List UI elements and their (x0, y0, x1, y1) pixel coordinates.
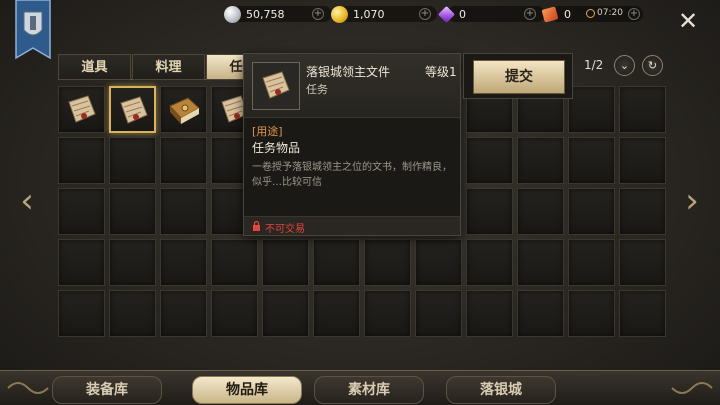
inventory-slot[interactable] (58, 86, 105, 133)
guild-banner-icon[interactable] (14, 0, 52, 66)
inventory-slot[interactable] (517, 290, 564, 337)
inventory-slot[interactable] (619, 86, 666, 133)
refresh-icon[interactable]: ↻ (642, 55, 663, 76)
tooltip-usage-header: [用途] (252, 125, 283, 138)
chevron-right-icon[interactable]: › (681, 184, 703, 220)
lock-icon (253, 221, 260, 231)
gem-currency: 0 (438, 4, 545, 24)
nav-material-storage[interactable]: 素材库 (314, 376, 424, 404)
tooltip-item-name: 落银城领主文件 (306, 65, 391, 79)
tooltip-trade-status: 不可交易 (265, 224, 305, 235)
tooltip-item-type: 任务 (306, 83, 328, 96)
inventory-slot[interactable] (211, 239, 258, 286)
ornament-icon (7, 382, 49, 394)
ticket-timer-text: 07:20 (597, 8, 623, 18)
add-ticket-button[interactable]: + (628, 8, 640, 20)
scroll-icon (120, 96, 148, 124)
inventory-slot[interactable] (619, 188, 666, 235)
submit-button[interactable]: 提交 (473, 60, 565, 94)
add-silver-button[interactable]: + (312, 8, 324, 20)
inventory-slot[interactable] (517, 137, 564, 184)
inventory-slot[interactable] (466, 188, 513, 235)
inventory-slot[interactable] (58, 137, 105, 184)
tooltip-footer: 不可交易 (244, 216, 460, 235)
inventory-slot[interactable] (313, 290, 360, 337)
ticket-amount: 0 (564, 7, 571, 21)
inventory-slot[interactable] (160, 239, 207, 286)
add-gold-button[interactable]: + (419, 8, 431, 20)
inventory-slot[interactable] (517, 188, 564, 235)
inventory-slot[interactable] (109, 188, 156, 235)
inventory-slot[interactable] (466, 239, 513, 286)
inventory-slot[interactable] (58, 239, 105, 286)
ticket-currency: 0 (541, 4, 643, 24)
tooltip-item-level: 等级1 (425, 65, 457, 79)
inventory-slot[interactable] (619, 290, 666, 337)
inventory-slot[interactable] (211, 290, 258, 337)
tooltip-description: 一卷授予落银城领主之位的文书，制作精良，似乎…比较可信 (252, 162, 452, 188)
inventory-slot[interactable] (160, 188, 207, 235)
chevron-left-icon[interactable]: ‹ (16, 184, 38, 220)
scroll-icon (68, 95, 96, 123)
page-indicator: 1/2 (584, 58, 604, 72)
nav-equipment-storage[interactable]: 装备库 (52, 376, 162, 404)
nav-item-storage[interactable]: 物品库 (192, 376, 302, 404)
inventory-slot[interactable] (109, 239, 156, 286)
inventory-slot[interactable] (262, 239, 309, 286)
clock-icon (586, 8, 595, 18)
gold-coin-icon (331, 5, 348, 23)
inventory-slot[interactable] (466, 290, 513, 337)
gold-currency: 1,070 (331, 4, 437, 24)
inventory-slot[interactable] (619, 239, 666, 286)
book-icon (169, 97, 200, 124)
close-icon[interactable]: ✕ (676, 9, 700, 34)
inventory-slot[interactable] (568, 239, 615, 286)
silver-coin-icon (224, 5, 241, 23)
inventory-slot[interactable] (313, 239, 360, 286)
inventory-slot[interactable] (58, 290, 105, 337)
item-tooltip: 落银城领主文件 等级1 任务 [用途] 任务物品 一卷授予落银城领主之位的文书，… (243, 53, 461, 236)
chevron-down-icon[interactable]: ⌄ (614, 55, 635, 76)
inventory-slot[interactable] (568, 290, 615, 337)
tab-props[interactable]: 道具 (58, 54, 131, 80)
inventory-slot[interactable] (160, 290, 207, 337)
ticket-timer: 07:20 (586, 8, 623, 18)
inventory-slot[interactable] (415, 239, 462, 286)
inventory-slot[interactable] (568, 86, 615, 133)
silver-currency: 50,758 (224, 4, 332, 24)
inventory-slot[interactable] (58, 188, 105, 235)
inventory-slot[interactable] (109, 86, 156, 133)
inventory-slot[interactable] (517, 239, 564, 286)
add-gem-button[interactable]: + (524, 8, 536, 20)
scroll-icon (262, 71, 290, 99)
submit-panel: 提交 (463, 53, 573, 99)
currency-bar: 50,758 + 1,070 + 0 + 0 07:20 + (0, 0, 720, 60)
inventory-slot[interactable] (262, 290, 309, 337)
inventory-slot[interactable] (160, 86, 207, 133)
inventory-slot[interactable] (619, 137, 666, 184)
ornament-icon (671, 382, 713, 394)
inventory-slot[interactable] (415, 290, 462, 337)
tooltip-usage: 任务物品 (252, 141, 301, 155)
silver-amount: 50,758 (246, 7, 285, 21)
tooltip-item-icon (252, 62, 300, 110)
inventory-slot[interactable] (364, 290, 411, 337)
tooltip-header: 落银城领主文件 等级1 任务 (244, 54, 460, 118)
tab-cooking[interactable]: 料理 (132, 54, 205, 80)
inventory-slot[interactable] (568, 137, 615, 184)
inventory-slot[interactable] (160, 137, 207, 184)
gold-amount: 1,070 (353, 7, 385, 21)
inventory-slot[interactable] (109, 137, 156, 184)
inventory-slot[interactable] (568, 188, 615, 235)
gem-amount: 0 (459, 7, 466, 21)
inventory-slot[interactable] (109, 290, 156, 337)
inventory-slot[interactable] (364, 239, 411, 286)
inventory-slot[interactable] (466, 137, 513, 184)
nav-fallen-silver-city[interactable]: 落银城 (446, 376, 556, 404)
